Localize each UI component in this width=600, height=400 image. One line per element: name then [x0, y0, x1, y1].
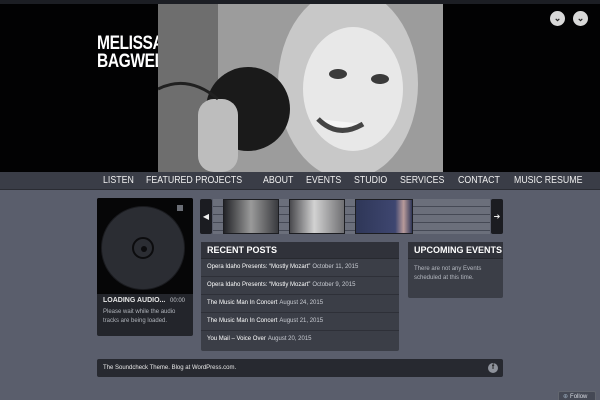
- player-status: LOADING AUDIO...: [103, 297, 166, 304]
- nav-item-services[interactable]: SERVICES: [400, 174, 444, 188]
- upcoming-events-text: There are not any Events scheduled at th…: [414, 266, 482, 281]
- footer-credit[interactable]: The Soundcheck Theme. Blog at WordPress.…: [103, 365, 236, 371]
- recent-post-title[interactable]: The Music Man In Concert: [207, 318, 277, 324]
- main-nav: LISTEN FEATURED PROJECTS ABOUT EVENTS ST…: [0, 172, 600, 190]
- carousel-thumbnail[interactable]: [355, 199, 413, 234]
- nav-item-studio[interactable]: STUDIO: [354, 174, 387, 188]
- nav-item-featured-projects[interactable]: FEATURED PROJECTS: [146, 174, 242, 188]
- recent-post-date: October 11, 2015: [312, 264, 359, 270]
- recent-post-item[interactable]: Opera Idaho Presents: “Mostly Mozart” Oct…: [201, 259, 399, 277]
- recent-post-date: August 24, 2015: [279, 300, 324, 306]
- featured-carousel: ◀ ➔: [200, 199, 503, 234]
- audio-player: LOADING AUDIO... 00:00 Please wait while…: [97, 198, 193, 336]
- recent-post-title[interactable]: Opera Idaho Presents: “Mostly Mozart”: [207, 264, 310, 270]
- cd-hole: [141, 246, 147, 252]
- recent-post-item[interactable]: You Mail – Voice Over August 20, 2015: [201, 331, 399, 349]
- recent-post-item[interactable]: The Music Man In Concert August 24, 2015: [201, 295, 399, 313]
- recent-post-title[interactable]: Opera Idaho Presents: “Mostly Mozart”: [207, 282, 310, 288]
- album-art: [97, 198, 193, 294]
- nav-item-listen[interactable]: LISTEN: [103, 174, 134, 188]
- recent-post-item[interactable]: The Music Man In Concert August 21, 2015: [201, 313, 399, 331]
- cd-icon: [101, 206, 185, 290]
- recent-posts-widget: RECENT POSTS Opera Idaho Presents: “Most…: [201, 242, 399, 351]
- nav-item-about[interactable]: ABOUT: [263, 174, 293, 188]
- playlist-toggle-icon[interactable]: [177, 205, 183, 211]
- wordpress-icon: ⊕: [563, 394, 569, 400]
- upcoming-events-widget: UPCOMING EVENTS There are not any Events…: [408, 242, 503, 298]
- recent-post-date: August 20, 2015: [267, 336, 312, 342]
- nav-item-events[interactable]: EVENTS: [306, 174, 341, 188]
- follow-label[interactable]: Follow: [570, 394, 587, 400]
- site-footer: The Soundcheck Theme. Blog at WordPress.…: [97, 359, 503, 377]
- player-message: Please wait while the audio tracks are b…: [103, 309, 176, 324]
- hero-photo: [158, 4, 443, 172]
- recent-post-item[interactable]: Opera Idaho Presents: “Mostly Mozart” Oct…: [201, 277, 399, 295]
- upcoming-events-heading: UPCOMING EVENTS: [408, 242, 503, 259]
- hero-controls: ⌄ ⌄: [550, 11, 588, 26]
- hero-image: [158, 4, 443, 172]
- carousel-prev-button[interactable]: ◀: [200, 199, 212, 234]
- recent-post-title[interactable]: The Music Man In Concert: [207, 300, 277, 306]
- chevron-down-icon[interactable]: ⌄: [573, 11, 588, 26]
- site-title[interactable]: MELISSA BAGWELL: [97, 34, 173, 71]
- recent-posts-heading: RECENT POSTS: [201, 242, 399, 259]
- nav-item-music-resume[interactable]: MUSIC RESUME: [514, 174, 582, 188]
- carousel-track: [213, 199, 490, 234]
- carousel-next-button[interactable]: ➔: [491, 199, 503, 234]
- cd-center: [132, 237, 154, 259]
- carousel-thumbnail[interactable]: [289, 199, 345, 234]
- recent-post-date: August 21, 2015: [279, 318, 324, 324]
- player-time: 00:00: [169, 298, 185, 304]
- facebook-icon[interactable]: f: [488, 363, 498, 373]
- chevron-down-icon[interactable]: ⌄: [550, 11, 565, 26]
- site-title-line2[interactable]: BAGWELL: [97, 52, 173, 71]
- follow-button[interactable]: ⊕ Follow: [558, 391, 596, 400]
- nav-item-contact[interactable]: CONTACT: [458, 174, 500, 188]
- carousel-thumbnail[interactable]: [223, 199, 279, 234]
- recent-post-date: October 9, 2015: [312, 282, 356, 288]
- recent-post-title[interactable]: You Mail – Voice Over: [207, 336, 266, 342]
